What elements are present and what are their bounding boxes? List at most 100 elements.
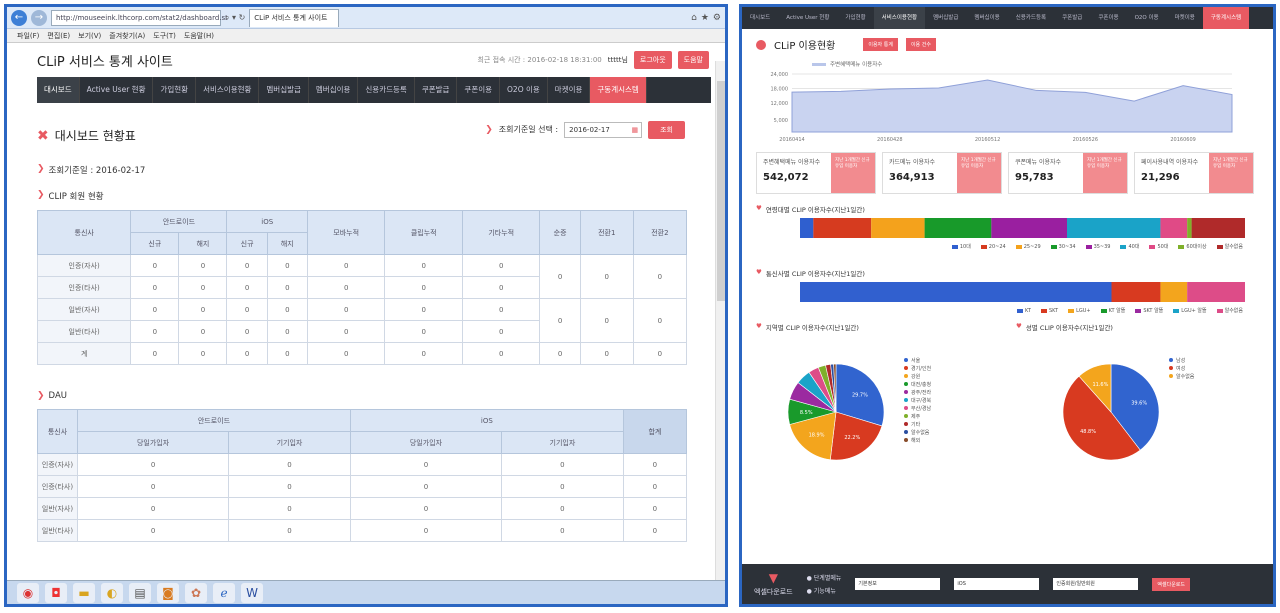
browser-tab[interactable]: CLiP 서비스 통계 사이트 <box>249 8 340 27</box>
th-cancel: 해지 <box>178 232 228 255</box>
nav-item[interactable]: 가입현황 <box>153 77 197 103</box>
date-input[interactable]: 2016-02-17 ▦ <box>564 121 643 138</box>
row-label: 계 <box>36 342 132 365</box>
right-nav-item[interactable]: 멤버십발급 <box>925 7 966 29</box>
right-nav-item[interactable]: 서비스이용현황 <box>873 7 926 29</box>
nav-item[interactable]: 서비스이용현황 <box>196 77 260 103</box>
th-new: 신규 <box>130 232 180 255</box>
table-cell: 0 <box>461 342 541 365</box>
table-cell: 0 <box>622 453 688 476</box>
legend-swatch <box>1085 244 1092 249</box>
right-nav-item[interactable]: 신용카드등록 <box>1008 7 1054 29</box>
search-button[interactable]: 조회 <box>648 120 685 139</box>
browser-menu-item[interactable]: 편집(E) <box>47 29 70 42</box>
table-cell: 0 <box>384 276 463 299</box>
th-cum-download: 모바누적 <box>306 210 386 255</box>
back-icon[interactable]: ← <box>11 9 27 26</box>
outlook-icon[interactable]: ◙ <box>157 582 179 603</box>
count-chip[interactable]: 이용 건수 <box>905 38 936 51</box>
excel-download-button[interactable]: 엑셀다운로드 <box>754 587 793 597</box>
right-nav-item[interactable]: 마켓이용 <box>1167 7 1203 29</box>
bar-segment <box>1160 282 1188 302</box>
y-tick-label: 12,000 <box>771 101 789 107</box>
right-nav-item[interactable]: 구동계시스템 <box>1202 7 1250 29</box>
folder-icon[interactable]: ▬ <box>73 582 95 603</box>
legend-swatch <box>904 374 908 378</box>
ie-icon[interactable]: ℯ <box>213 582 235 603</box>
nav-item[interactable]: 대시보드 <box>37 77 80 103</box>
nav-item[interactable]: 쿠폰발급 <box>415 77 458 103</box>
paint-icon[interactable]: ✿ <box>185 582 207 603</box>
legend-item: 60대이상 <box>1178 243 1207 250</box>
scrollbar[interactable] <box>715 61 725 581</box>
table-cell: 0 <box>539 254 581 299</box>
users-chip[interactable]: 이용자 통계 <box>863 38 898 51</box>
legend-item: LGU+ 알뜰 <box>1173 307 1207 314</box>
telecom-legend: KT SKT LGU+ KT 알뜰 SKT 알뜰 LGU+ 알뜰 알수없음 <box>742 307 1273 314</box>
browser-menu-item[interactable]: 즐겨찾기(A) <box>109 29 145 42</box>
address-bar[interactable]: http://mouseeink.lthcorp.com/stat2/dashb… <box>51 9 228 26</box>
media-icon[interactable]: ◐ <box>101 582 123 603</box>
user-name: ttttt님 <box>607 56 628 64</box>
right-nav-item[interactable]: 가입현황 <box>837 7 873 29</box>
nav-item[interactable]: Active User 현황 <box>80 77 154 103</box>
forward-icon[interactable]: → <box>31 9 47 26</box>
nav-item[interactable]: O2O 이용 <box>500 77 548 103</box>
legend-label: KT <box>1025 307 1031 314</box>
star-icon[interactable]: ★ <box>701 13 709 23</box>
table-cell: 0 <box>226 298 268 321</box>
footer-download-button[interactable]: 엑셀다운로드 <box>1152 577 1190 591</box>
logout-button[interactable]: 로그아웃 <box>633 51 672 69</box>
legend-swatch <box>904 414 908 418</box>
browser-menu-item[interactable]: 보기(V) <box>78 29 101 42</box>
row-label: 일반(자사) <box>36 298 132 321</box>
table-cell: 0 <box>228 497 351 520</box>
nav-item[interactable]: 멤버십이용 <box>309 77 359 103</box>
chrome-icon[interactable]: ◉ <box>17 582 39 603</box>
select-os[interactable]: iOS <box>954 578 1040 590</box>
right-nav-item[interactable]: 쿠폰발급 <box>1054 7 1090 29</box>
browser-menu-item[interactable]: 도구(T) <box>153 29 176 42</box>
excel-icon[interactable]: ▼ <box>769 571 778 585</box>
table-cell: 0 <box>76 475 230 498</box>
browser-menu-item[interactable]: 도움말(H) <box>184 29 214 42</box>
right-nav-item[interactable]: O2O 이용 <box>1127 7 1167 29</box>
nav-item[interactable]: 멤버십발급 <box>259 77 309 103</box>
telecom-title: 통신사별 CLIP 이용자수(지난1일간) <box>765 270 865 278</box>
legend-label: 경기/인천 <box>911 365 931 372</box>
legend-item: KT <box>1017 307 1031 314</box>
scrollbar-thumb[interactable] <box>717 81 725 301</box>
select-member[interactable]: 인증회원/일반회원 <box>1053 578 1139 590</box>
right-nav-item[interactable]: Active User 현황 <box>778 7 837 29</box>
right-nav-item[interactable]: 쿠폰이용 <box>1090 7 1126 29</box>
table-cell: 0 <box>266 342 308 365</box>
nav-item[interactable]: 쿠폰이용 <box>457 77 501 103</box>
summary-card: 카드메뉴 이용자수 364,913 지난 1개월간 신규유입 이용자 <box>882 152 1002 194</box>
nav-item[interactable]: 구동계시스템 <box>590 77 647 103</box>
select-info[interactable]: 기본정보 <box>855 578 941 590</box>
nav-item[interactable]: 신용카드등록 <box>358 77 415 103</box>
bar-segment <box>1187 218 1192 238</box>
legend-swatch <box>951 244 958 249</box>
row-label: 일반(타사) <box>37 519 78 542</box>
right-nav-item[interactable]: 대시보드 <box>742 7 778 29</box>
radio-function-menu[interactable]: ● 기능메뉴 <box>807 586 842 595</box>
word-icon[interactable]: W <box>241 582 263 603</box>
browser-menu-item[interactable]: 파일(F) <box>17 29 39 42</box>
right-nav-item[interactable]: 멤버십이용 <box>966 7 1007 29</box>
calculator-icon[interactable]: ▤ <box>129 582 151 603</box>
app-icon[interactable]: ◘ <box>45 582 67 603</box>
heart-icon: ♥ <box>756 268 762 276</box>
legend-swatch <box>1017 308 1024 313</box>
home-icon[interactable]: ⌂ <box>691 13 697 23</box>
search-icon[interactable]: ⌕ ▾ ↻ <box>225 13 245 23</box>
radio-step-menu[interactable]: ● 단계별메뉴 <box>807 573 842 582</box>
help-button[interactable]: 도움말 <box>677 51 709 69</box>
legend-swatch <box>1169 358 1173 362</box>
calendar-icon[interactable]: ▦ <box>631 123 641 137</box>
row-label: 인증(자사) <box>37 453 78 476</box>
gear-icon[interactable]: ⚙ <box>713 13 721 23</box>
table-cell: 0 <box>130 298 180 321</box>
nav-item[interactable]: 마켓이용 <box>548 77 591 103</box>
table-cell: 0 <box>130 276 180 299</box>
